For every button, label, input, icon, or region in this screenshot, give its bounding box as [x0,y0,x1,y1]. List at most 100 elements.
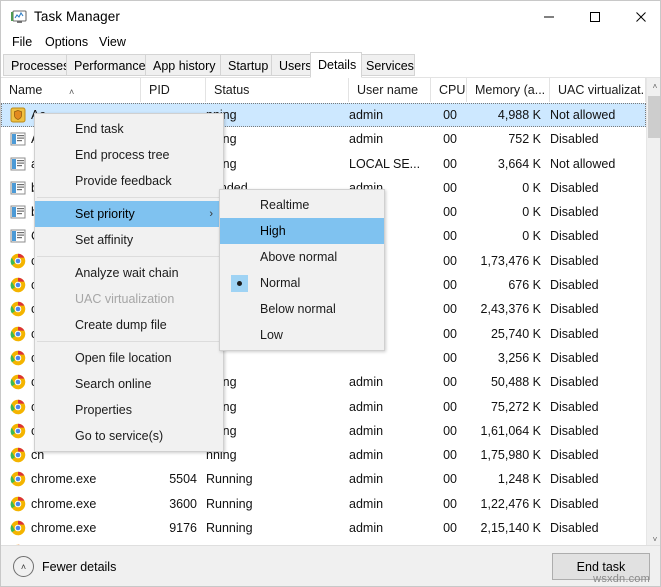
column-header-memory[interactable]: Memory (a... [467,78,550,102]
tab-app-history[interactable]: App history [145,54,224,76]
cell-cpu: 00 [443,423,457,438]
chevron-right-icon: › [209,208,213,220]
scroll-up-icon[interactable]: ˄ [647,78,660,95]
column-header-user[interactable]: User name [349,78,431,102]
cell-status: nning [206,152,326,176]
cell-memory: 1,248 K [497,472,541,487]
cell-user: LOCAL SE... [349,156,419,171]
menu-item-go-to-service-s[interactable]: Go to service(s) [35,423,223,449]
cell-uac: Disabled [550,448,599,463]
fewer-details-label: Fewer details [42,559,117,574]
chrome-icon [10,374,26,390]
menu-item-analyze-wait-chain[interactable]: Analyze wait chain [35,260,223,286]
menubar-item-view[interactable]: View [94,32,131,52]
title-bar: Task Manager [1,1,660,35]
close-icon[interactable] [618,1,660,32]
tab-services[interactable]: Services [358,54,415,76]
shield-icon [10,107,26,123]
menu-item-label: Go to service(s) [75,429,164,443]
table-row[interactable]: chrome.exe 3600 Running admin 00 1,22,476 K Di… [1,492,646,516]
cell-memory: 50,488 K [490,375,541,390]
column-header-label: PID [149,83,170,97]
priority-item-label: Normal [260,276,301,290]
priority-item-above-normal[interactable]: Above normal [220,244,384,270]
cell-uac: Disabled [550,205,599,220]
cell-status: nning [206,103,326,127]
column-header-name[interactable]: Name ˄ [1,78,141,102]
cell-status: Running [206,472,253,487]
menu-item-open-file-location[interactable]: Open file location [35,345,223,371]
priority-item-normal[interactable]: Normal [220,270,384,296]
menu-item-set-affinity[interactable]: Set affinity [35,227,223,253]
cell-memory: 1,61,064 K [480,423,541,438]
chrome-icon [10,277,26,293]
priority-item-label: Above normal [260,250,338,264]
process-context-menu[interactable]: End task End process tree Provide feedback… [34,113,224,452]
set-priority-submenu[interactable]: Realtime High Above normal Normal Below norm… [219,189,385,351]
menu-item-label: Set priority [75,207,135,221]
cell-name: chrome.exe [31,521,97,536]
priority-item-high[interactable]: High [220,218,384,244]
cell-memory: 0 K [522,180,541,195]
table-row[interactable]: chrome.exe 9176 Running admin 00 2,15,140 K Di… [1,516,646,540]
priority-item-label: Low [260,328,283,342]
fewer-details-button[interactable]: ˄ Fewer details [13,556,116,577]
minimize-icon[interactable] [526,1,572,32]
menu-item-label: Analyze wait chain [75,266,179,280]
chrome-icon [10,423,26,439]
chrome-icon [10,447,26,463]
cell-uac: Disabled [550,302,599,317]
menu-item-search-online[interactable]: Search online [35,371,223,397]
column-header-pid[interactable]: PID [141,78,206,102]
maximize-icon[interactable] [572,1,618,32]
tab-details[interactable]: Details [310,52,362,78]
menubar-item-file[interactable]: File [7,32,37,52]
menu-item-properties[interactable]: Properties [35,397,223,423]
cell-user: admin [349,521,384,536]
menu-item-provide-feedback[interactable]: Provide feedback [35,168,223,194]
cell-memory: 1,73,476 K [480,253,541,268]
menu-item-label: Properties [75,403,132,417]
cell-user: admin [349,423,384,438]
menubar-item-options[interactable]: Options [40,32,93,52]
priority-item-below-normal[interactable]: Below normal [220,296,384,322]
chrome-icon [10,326,26,342]
priority-item-realtime[interactable]: Realtime [220,192,384,218]
cell-cpu: 00 [443,350,457,365]
menu-item-end-task[interactable]: End task [35,116,223,142]
cell-cpu: 00 [443,132,457,147]
task-manager-window: Task Manager File Options View Processes Pe… [0,0,661,587]
column-header-status[interactable]: Status [206,78,349,102]
window-icon [10,204,26,220]
tab-performance[interactable]: Performance [66,54,149,76]
cell-memory: 75,272 K [490,399,541,414]
cell-user: admin [349,448,384,463]
cell-name: chrome.exe [31,472,97,487]
bottom-bar: ˄ Fewer details End task wsxdn.com [1,545,660,586]
cell-pid: 9176 [169,521,197,536]
column-header-label: Memory (a... [475,83,546,97]
cell-memory: 676 K [508,278,541,293]
tab-processes[interactable]: Processes [3,54,70,76]
cell-uac: Disabled [550,278,599,293]
tab-startup[interactable]: Startup [220,54,275,76]
priority-item-low[interactable]: Low [220,322,384,348]
column-header-label: UAC virtualizat... [558,83,646,97]
column-header-label: CPU [439,83,466,97]
cell-uac: Disabled [550,423,599,438]
vertical-scrollbar[interactable]: ˄ ˅ [646,78,660,548]
menu-item-set-priority[interactable]: Set priority › [35,201,223,227]
scrollbar-thumb[interactable] [648,96,660,138]
cell-uac: Disabled [550,253,599,268]
cell-user: admin [349,132,384,147]
menu-item-create-dump-file[interactable]: Create dump file [35,312,223,338]
column-header-uac[interactable]: UAC virtualizat... [550,78,646,102]
table-header-row: Name ˄ PID Status User name CPU Memory (a... UA… [1,78,646,104]
cell-status: nning [206,395,326,419]
column-header-label: Name [9,83,43,97]
window-icon [10,156,26,172]
menu-item-end-process-tree[interactable]: End process tree [35,142,223,168]
table-row[interactable]: chrome.exe 5504 Running admin 00 1,248 K Disab… [1,467,646,491]
cell-pid: 5504 [169,472,197,487]
column-header-cpu[interactable]: CPU [431,78,467,102]
